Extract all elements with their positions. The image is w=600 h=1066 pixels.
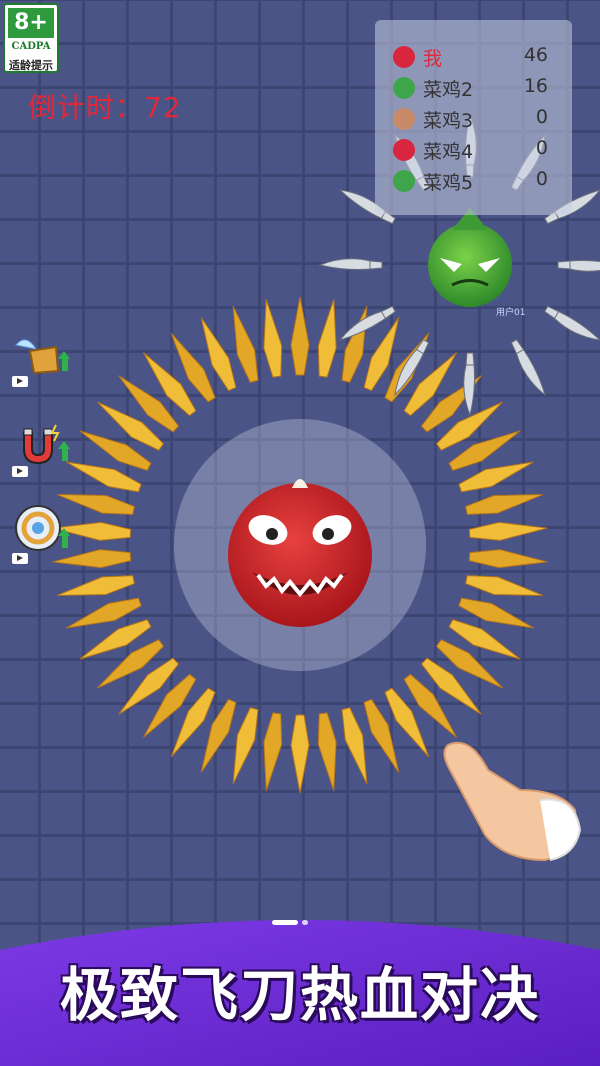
player-score: 16 (523, 75, 548, 97)
enemy-knife-blade (463, 352, 475, 417)
player-score: 0 (535, 137, 548, 159)
video-ad-icon (12, 376, 28, 387)
player-name: 菜鸡2 (423, 79, 474, 101)
player-score: 46 (523, 44, 548, 66)
player-score: 0 (535, 168, 548, 190)
knife-blade (263, 712, 283, 791)
enemy-knife-blade (318, 258, 383, 270)
knife-blade (56, 575, 135, 596)
player-name: 菜鸡4 (423, 141, 474, 163)
knife-blade (468, 549, 548, 569)
scoreboard: 我 46 菜鸡2 16 菜鸡3 0 菜鸡4 0 菜鸡5 0 (375, 20, 572, 215)
red-devil-avatar-icon (393, 139, 415, 161)
player-name: 我 (423, 48, 443, 70)
red-monster-avatar-icon (393, 46, 415, 68)
enemy-green-monster (428, 208, 512, 307)
enemy-name-label: 用户01 (496, 308, 526, 318)
knife-blade (263, 299, 283, 378)
knife-blade (290, 714, 310, 794)
magnet-skill-button[interactable] (12, 415, 74, 477)
knife-blade (465, 575, 544, 596)
enemy-knife-blade (544, 305, 600, 341)
enemy-knife-blade (510, 339, 546, 397)
scoreboard-row: 菜鸡3 0 (375, 104, 572, 134)
speed-boost-skill-button[interactable] (12, 325, 74, 387)
knife-blade (465, 494, 544, 515)
scoreboard-row: 菜鸡4 0 (375, 135, 572, 165)
promo-banner-title: 极致飞刀热血对决 (59, 961, 540, 1029)
knife-blade (317, 299, 337, 378)
green-monster-avatar-icon (393, 77, 415, 99)
player-name: 菜鸡3 (423, 110, 474, 132)
pointing-hand-icon (443, 741, 582, 862)
player-score: 0 (535, 106, 548, 128)
green-monster-avatar-icon (393, 170, 415, 192)
scoreboard-row: 我 46 (375, 42, 572, 72)
player-name: 菜鸡5 (423, 172, 474, 194)
enemy-knife-blade (557, 260, 600, 272)
monkey-avatar-icon (393, 108, 415, 130)
shield-skill-button[interactable] (12, 502, 74, 564)
knife-blade (290, 296, 310, 376)
pager-dot-active (272, 920, 298, 925)
pager-dot (302, 920, 308, 925)
scoreboard-row: 菜鸡5 0 (375, 166, 572, 196)
video-ad-icon (12, 466, 28, 477)
video-ad-icon (12, 553, 28, 564)
scoreboard-row: 菜鸡2 16 (375, 73, 572, 103)
knife-blade (317, 712, 337, 791)
knife-blade (468, 521, 548, 541)
